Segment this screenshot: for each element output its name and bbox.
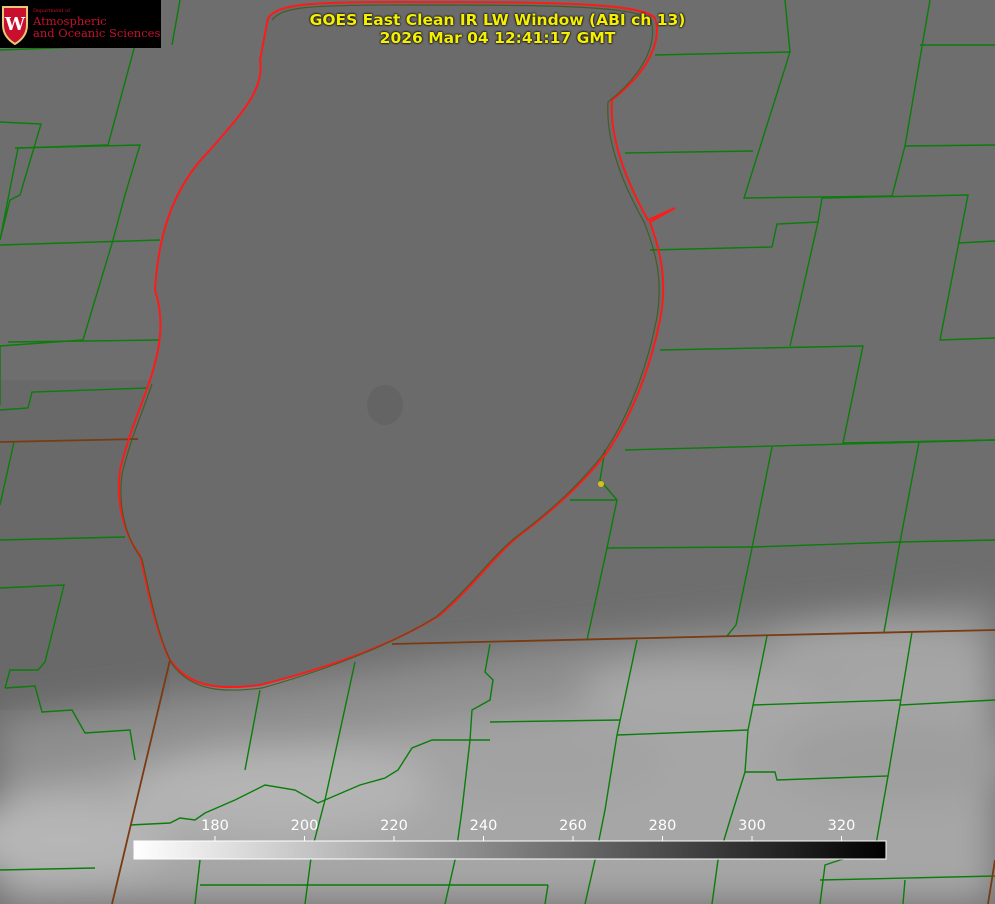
colorbar-tick-label: 280	[649, 818, 677, 834]
site-marker	[598, 481, 604, 487]
satellite-image: 180 200 220 240 260 280 300 320	[0, 0, 995, 904]
timestamp-text: 2026 Mar 04 12:41:17 GMT	[379, 29, 616, 47]
lake-dark-patch	[367, 385, 403, 425]
image-title: GOES East Clean IR LW Window (ABI ch 13)…	[0, 11, 995, 47]
colorbar-tick-label: 180	[201, 818, 229, 834]
colorbar-tick-label: 200	[291, 818, 319, 834]
colorbar-gradient	[133, 840, 887, 860]
colorbar-tick-label: 260	[559, 818, 587, 834]
colorbar-tick-label: 240	[470, 818, 498, 834]
colorbar-tick-label: 320	[828, 818, 856, 834]
colorbar-tick-label: 300	[738, 818, 766, 834]
title-text: GOES East Clean IR LW Window (ABI ch 13)	[309, 11, 686, 29]
colorbar-tick-label: 220	[380, 818, 408, 834]
